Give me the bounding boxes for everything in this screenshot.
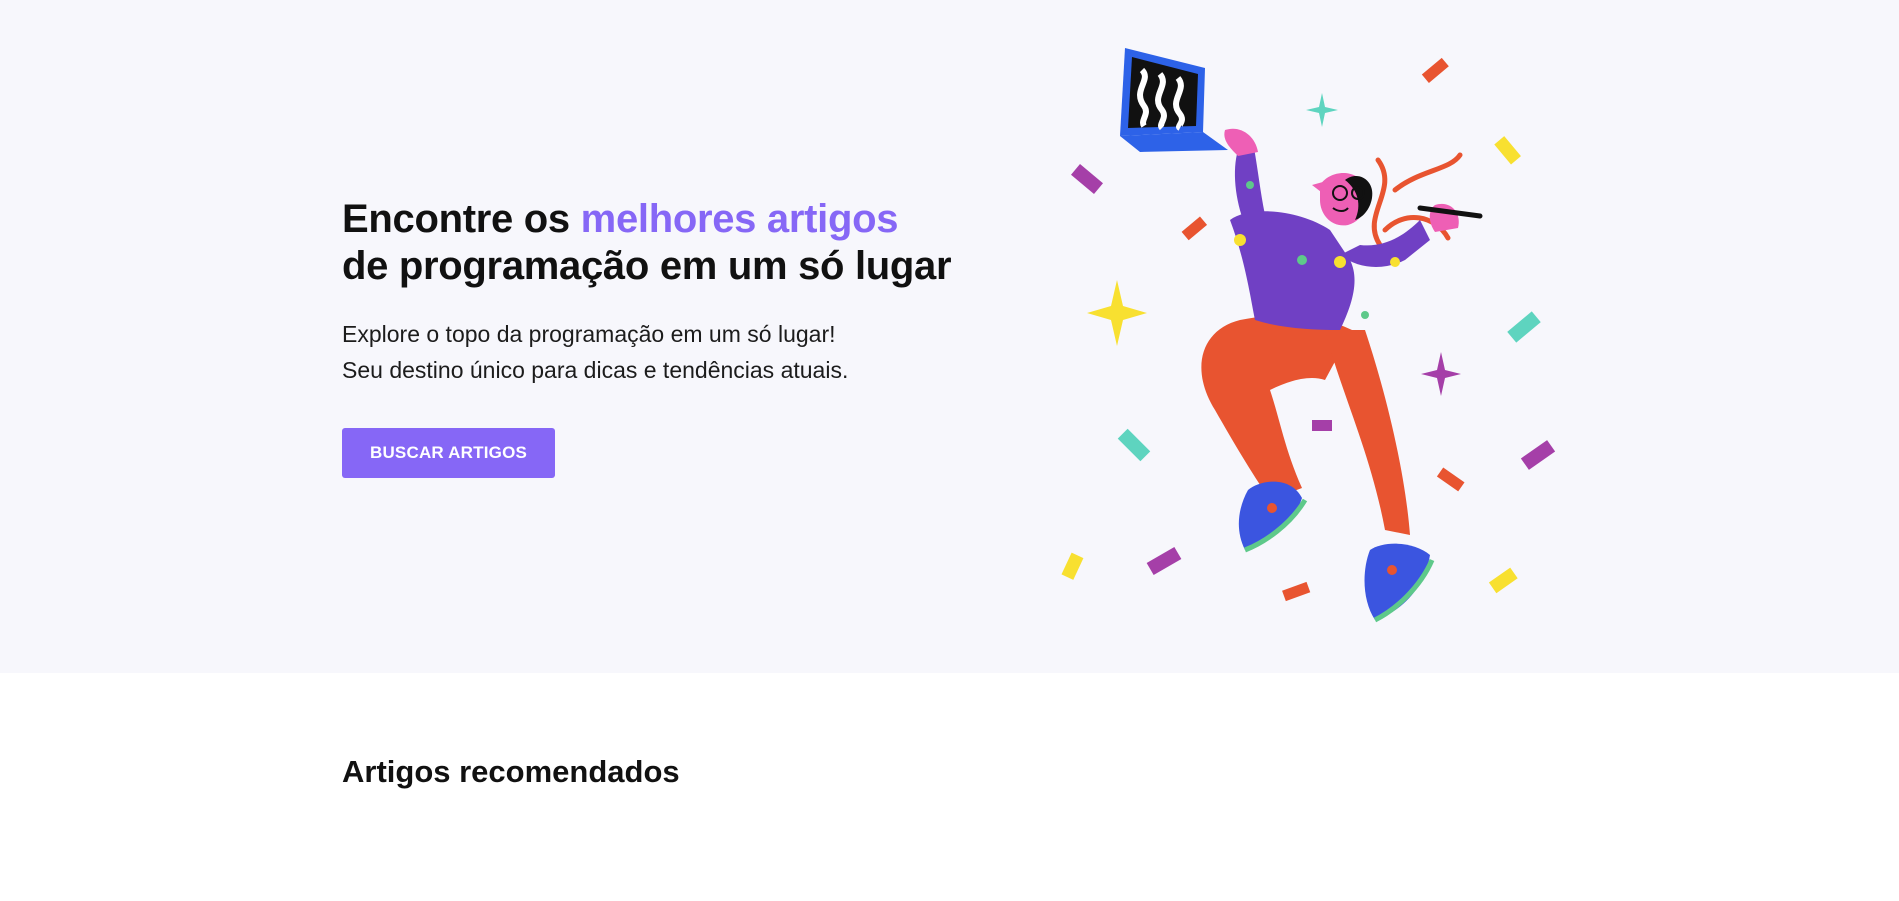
hero-section: Encontre os melhores artigos de programa…: [0, 0, 1899, 673]
search-articles-button[interactable]: BUSCAR ARTIGOS: [342, 428, 555, 478]
recommended-articles-title: Artigos recomendados: [342, 754, 680, 789]
hero-title-accent: melhores artigos: [580, 197, 899, 241]
celebrating-developer-illustration: [1040, 30, 1600, 640]
hero-title: Encontre os melhores artigos de programa…: [342, 196, 982, 290]
hero-title-line-1: Encontre os melhores artigos: [342, 196, 982, 243]
laptop-icon: [1120, 48, 1228, 152]
hero-subtitle-line-2: Seu destino único para dicas e tendência…: [342, 357, 849, 383]
hero-title-line-2: de programação em um só lugar: [342, 244, 952, 288]
hero-text-block: Encontre os melhores artigos de programa…: [342, 196, 982, 388]
hero-subtitle: Explore o topo da programação em um só l…: [342, 316, 982, 388]
hero-subtitle-line-1: Explore o topo da programação em um só l…: [342, 321, 836, 347]
hero-title-prefix: Encontre os: [342, 197, 581, 241]
